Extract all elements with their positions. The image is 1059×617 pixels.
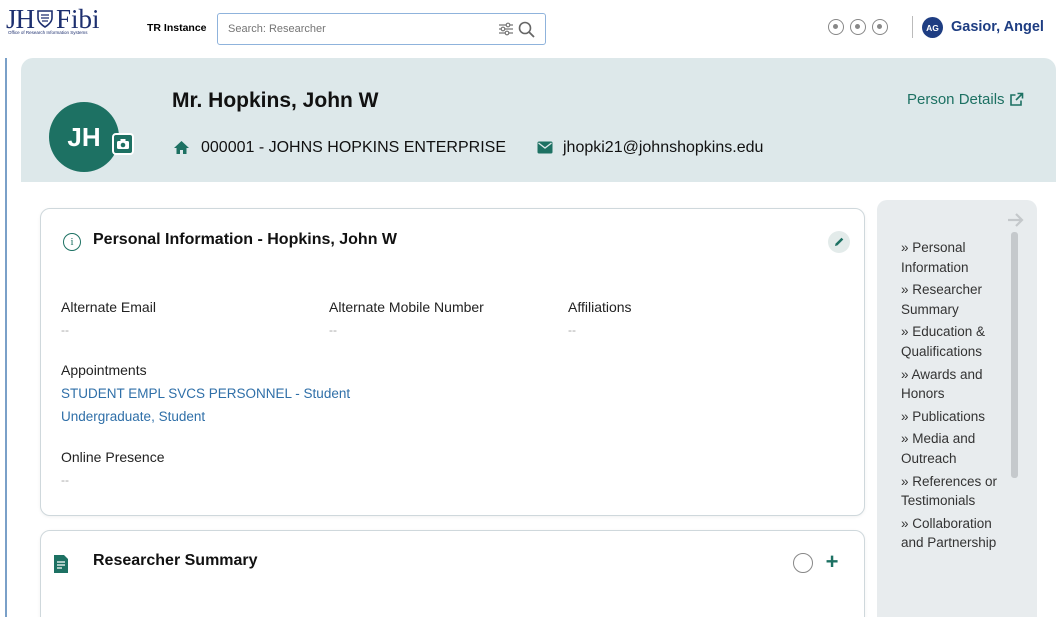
nav-item-personal-information[interactable]: » Personal Information xyxy=(901,238,1009,277)
shield-icon xyxy=(37,10,53,28)
person-email[interactable]: jhopki21@johnshopkins.edu xyxy=(563,139,763,157)
top-icon-group xyxy=(828,19,888,35)
report-icon xyxy=(54,555,68,573)
alternate-mobile-value: -- xyxy=(329,323,337,337)
notification-icon[interactable] xyxy=(850,19,866,35)
filter-icon[interactable] xyxy=(498,22,514,36)
researcher-summary-card: Researcher Summary + xyxy=(40,530,865,617)
top-bar: JH Fibi Office of Research Information S… xyxy=(0,0,1059,58)
nav-scrollbar[interactable] xyxy=(1011,232,1018,478)
online-presence-label: Online Presence xyxy=(61,449,165,465)
nav-item-researcher-summary[interactable]: » Researcher Summary xyxy=(901,280,1009,319)
add-button[interactable]: + xyxy=(821,551,843,574)
mail-icon xyxy=(537,141,553,154)
power-icon[interactable] xyxy=(872,19,888,35)
camera-icon[interactable] xyxy=(112,133,134,155)
profile-avatar: JH xyxy=(49,102,119,172)
affiliations-value: -- xyxy=(568,323,576,337)
logo-subtitle: Office of Research Information Systems xyxy=(8,30,88,35)
lock-icon[interactable] xyxy=(828,19,844,35)
alternate-email-label: Alternate Email xyxy=(61,299,156,315)
nav-item-awards[interactable]: » Awards and Honors xyxy=(901,365,1009,404)
nav-item-media[interactable]: » Media and Outreach xyxy=(901,429,1009,468)
lock-toggle-button[interactable] xyxy=(793,553,813,573)
user-name[interactable]: Gasior, Angel xyxy=(951,19,1044,35)
person-details-label: Person Details xyxy=(907,91,1005,108)
arrow-right-icon[interactable] xyxy=(1007,212,1025,228)
user-avatar[interactable]: AG xyxy=(922,17,943,38)
affiliations-label: Affiliations xyxy=(568,299,632,315)
pencil-icon xyxy=(835,237,844,246)
instance-label: TR Instance xyxy=(147,22,207,34)
researcher-summary-title: Researcher Summary xyxy=(93,552,258,569)
section-nav-list: » Personal Information » Researcher Summ… xyxy=(901,238,1009,556)
profile-header xyxy=(21,58,1056,182)
person-details-link[interactable]: Person Details xyxy=(907,91,1024,108)
nav-item-references[interactable]: » References or Testimonials xyxy=(901,472,1009,511)
edit-button[interactable] xyxy=(828,231,850,253)
appointments-line-1[interactable]: STUDENT EMPL SVCS PERSONNEL - Student xyxy=(61,386,350,401)
alternate-mobile-label: Alternate Mobile Number xyxy=(329,299,484,315)
left-edge-line xyxy=(5,58,7,617)
search-icon[interactable] xyxy=(518,21,535,38)
home-icon xyxy=(174,141,189,154)
online-presence-value: -- xyxy=(61,473,69,487)
personal-information-card: i Personal Information - Hopkins, John W… xyxy=(40,208,865,516)
nav-item-publications[interactable]: » Publications xyxy=(901,407,1009,427)
card-title: Personal Information - Hopkins, John W xyxy=(93,231,398,248)
nav-item-education[interactable]: » Education & Qualifications xyxy=(901,322,1009,361)
info-icon: i xyxy=(63,233,81,251)
search-input[interactable] xyxy=(228,21,478,37)
organization: 000001 - JOHNS HOPKINS ENTERPRISE xyxy=(201,139,506,156)
appointments-label: Appointments xyxy=(61,362,147,378)
person-name: Mr. Hopkins, John W xyxy=(172,89,379,112)
nav-item-collaboration[interactable]: » Collaboration and Partnership xyxy=(901,514,1009,553)
divider xyxy=(912,16,913,38)
alternate-email-value: -- xyxy=(61,323,69,337)
appointments-line-2[interactable]: Undergraduate, Student xyxy=(61,409,205,424)
external-link-icon xyxy=(1009,92,1023,106)
search-box xyxy=(217,13,546,45)
